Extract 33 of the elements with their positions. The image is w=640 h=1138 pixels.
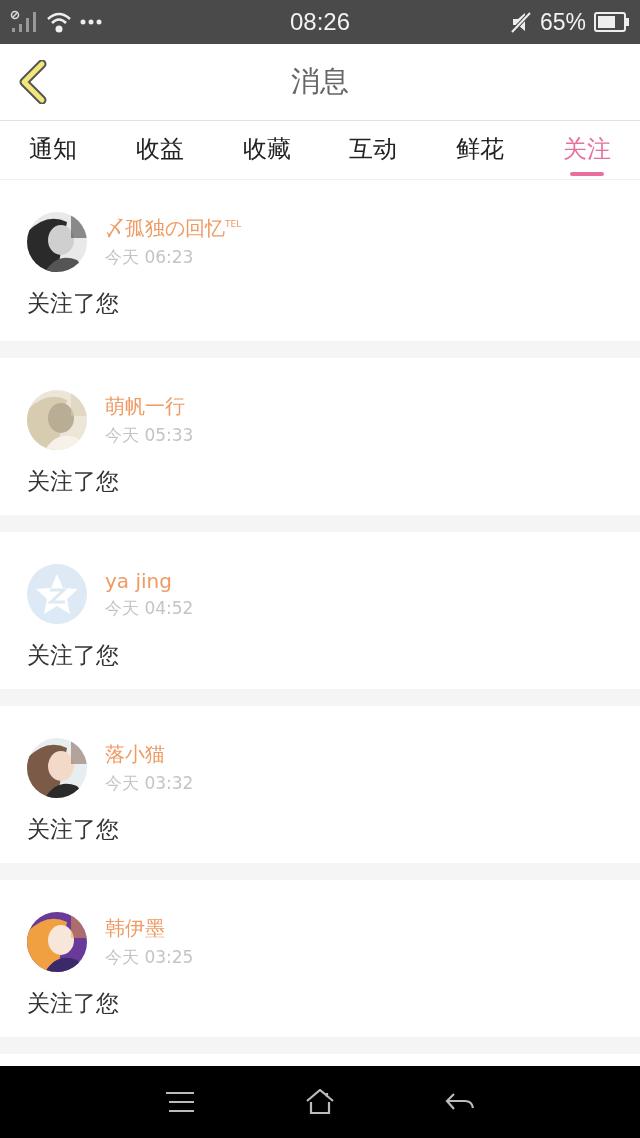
signal-icon bbox=[10, 10, 38, 34]
back-icon[interactable] bbox=[445, 1092, 475, 1112]
message-text: 关注了您 bbox=[27, 467, 120, 496]
message-card[interactable]: 韩伊墨 今天 03:25 关注了您 bbox=[0, 880, 640, 1037]
message-text: 关注了您 bbox=[27, 289, 120, 318]
tab[interactable]: 收益 bbox=[136, 133, 184, 165]
message-text: 关注了您 bbox=[27, 815, 120, 844]
timestamp: 今天 05:33 bbox=[105, 424, 194, 447]
mute-icon bbox=[509, 11, 532, 33]
message-card[interactable]: 萌帆一行 今天 05:33 关注了您 bbox=[0, 358, 640, 515]
avatar-icon bbox=[27, 564, 87, 624]
message-text: 关注了您 bbox=[27, 641, 120, 670]
timestamp: 今天 04:52 bbox=[105, 596, 194, 620]
tab[interactable]: 互动 bbox=[349, 133, 398, 165]
message-card[interactable]: 〆孤独の回忆$^{TEL}$ 今天 06:23 关注了您 bbox=[0, 180, 640, 341]
timestamp: 今天 03:32 bbox=[105, 772, 194, 795]
timestamp: 今天 06:23 bbox=[105, 246, 195, 269]
timestamp: 今天 03:25 bbox=[105, 946, 194, 969]
battery-icon bbox=[594, 12, 630, 32]
message-card[interactable]: ya jing 今天 04:52 关注了您 bbox=[0, 532, 640, 689]
tab[interactable]: 通知 bbox=[29, 133, 78, 165]
clock-time: 08:26 bbox=[289, 8, 351, 36]
message-card[interactable]: 落小猫 今天 03:32 关注了您 bbox=[0, 706, 640, 863]
menu-icon[interactable] bbox=[165, 1091, 195, 1113]
wifi-icon bbox=[46, 11, 72, 33]
message-text: 关注了您 bbox=[27, 989, 120, 1018]
tab-indicator bbox=[569, 172, 604, 176]
battery-percentage: 65% bbox=[539, 8, 586, 36]
tab[interactable]: 收藏 bbox=[242, 133, 291, 165]
tab[interactable]: 鲜花 bbox=[456, 133, 504, 165]
more-icon bbox=[80, 19, 102, 25]
home-icon[interactable] bbox=[305, 1089, 335, 1115]
page-title: 消息 bbox=[291, 63, 349, 100]
